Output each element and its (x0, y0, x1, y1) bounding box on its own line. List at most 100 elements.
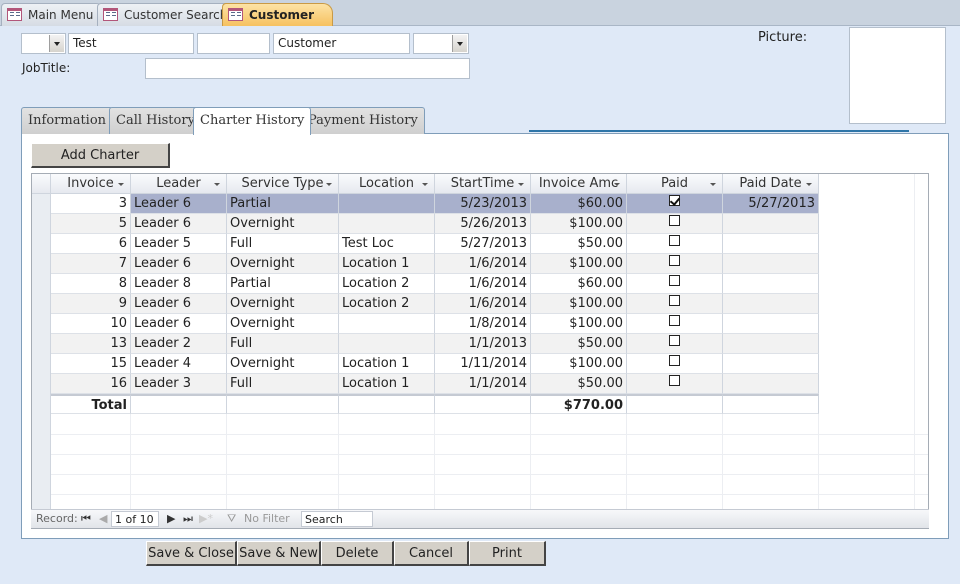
start-time-cell[interactable]: 1/8/2014 (435, 314, 531, 334)
paid-date-cell[interactable] (723, 214, 819, 234)
chevron-down-icon[interactable] (518, 183, 524, 186)
column-header-paid[interactable]: Paid (627, 174, 723, 194)
invoice-cell[interactable]: 15 (51, 354, 131, 374)
paid-checkbox[interactable] (669, 295, 680, 306)
invoice-amount-cell[interactable]: $50.00 (531, 234, 627, 254)
invoice-cell[interactable]: 10 (51, 314, 131, 334)
location-cell[interactable]: Location 2 (339, 274, 435, 294)
paid-date-cell[interactable] (723, 374, 819, 394)
paid-checkbox[interactable] (669, 195, 680, 206)
current-record-field[interactable]: 1 of 10 (111, 511, 159, 527)
service-type-cell[interactable]: Full (227, 234, 339, 254)
column-header-invoice[interactable]: Invoice (51, 174, 131, 194)
service-type-cell[interactable]: Overnight (227, 314, 339, 334)
paid-date-cell[interactable] (723, 254, 819, 274)
select-all-corner[interactable] (32, 174, 51, 194)
doc-tab-customer[interactable]: Customer (222, 3, 334, 26)
chevron-down-icon[interactable] (806, 183, 812, 186)
column-header-leader[interactable]: Leader (131, 174, 227, 194)
location-cell[interactable]: Location 1 (339, 254, 435, 274)
service-type-cell[interactable]: Overnight (227, 294, 339, 314)
leader-cell[interactable]: Leader 6 (131, 194, 227, 214)
invoice-amount-cell[interactable]: $100.00 (531, 314, 627, 334)
chevron-down-icon[interactable] (214, 183, 220, 186)
paid-checkbox[interactable] (669, 335, 680, 346)
picture-box[interactable] (849, 27, 946, 124)
invoice-cell[interactable]: 5 (51, 214, 131, 234)
paid-cell[interactable] (627, 354, 723, 374)
location-cell[interactable] (339, 194, 435, 214)
service-type-cell[interactable]: Full (227, 334, 339, 354)
location-cell[interactable] (339, 214, 435, 234)
location-cell[interactable] (339, 334, 435, 354)
chevron-down-icon[interactable] (452, 35, 467, 52)
paid-checkbox[interactable] (669, 255, 680, 266)
invoice-cell[interactable]: 8 (51, 274, 131, 294)
tab-information[interactable]: Information (21, 107, 114, 134)
leader-cell[interactable]: Leader 6 (131, 214, 227, 234)
start-time-cell[interactable]: 1/6/2014 (435, 254, 531, 274)
save-close-button[interactable]: Save & Close (146, 541, 237, 566)
invoice-amount-cell[interactable]: $60.00 (531, 194, 627, 214)
invoice-amount-cell[interactable]: $100.00 (531, 354, 627, 374)
previous-record-icon[interactable]: ◀ (99, 512, 107, 525)
start-time-cell[interactable]: 5/23/2013 (435, 194, 531, 214)
search-input[interactable]: Search (301, 511, 373, 527)
tab-call-history[interactable]: Call History (109, 107, 202, 134)
start-time-cell[interactable]: 1/6/2014 (435, 294, 531, 314)
paid-date-cell[interactable] (723, 334, 819, 354)
paid-checkbox[interactable] (669, 215, 680, 226)
invoice-amount-cell[interactable]: $50.00 (531, 334, 627, 354)
print-button[interactable]: Print (469, 541, 546, 566)
chevron-down-icon[interactable] (422, 183, 428, 186)
start-time-cell[interactable]: 1/1/2014 (435, 374, 531, 394)
paid-cell[interactable] (627, 194, 723, 214)
invoice-cell[interactable]: 16 (51, 374, 131, 394)
invoice-cell[interactable]: 3 (51, 194, 131, 214)
start-time-cell[interactable]: 1/6/2014 (435, 274, 531, 294)
paid-checkbox[interactable] (669, 375, 680, 386)
leader-cell[interactable]: Leader 6 (131, 294, 227, 314)
service-type-cell[interactable]: Overnight (227, 214, 339, 234)
paid-cell[interactable] (627, 274, 723, 294)
paid-date-cell[interactable] (723, 314, 819, 334)
invoice-amount-cell[interactable]: $100.00 (531, 214, 627, 234)
chevron-down-icon[interactable] (326, 183, 332, 186)
cancel-button[interactable]: Cancel (394, 541, 469, 566)
paid-cell[interactable] (627, 334, 723, 354)
service-type-cell[interactable]: Overnight (227, 254, 339, 274)
middle-name-field[interactable] (197, 33, 270, 54)
start-time-cell[interactable]: 1/11/2014 (435, 354, 531, 374)
start-time-cell[interactable]: 1/1/2013 (435, 334, 531, 354)
column-header-paid-date[interactable]: Paid Date (723, 174, 819, 194)
prefix-combo[interactable] (21, 33, 66, 54)
invoice-amount-cell[interactable]: $100.00 (531, 294, 627, 314)
invoice-cell[interactable]: 7 (51, 254, 131, 274)
leader-cell[interactable]: Leader 5 (131, 234, 227, 254)
paid-cell[interactable] (627, 254, 723, 274)
start-time-cell[interactable]: 5/26/2013 (435, 214, 531, 234)
paid-cell[interactable] (627, 214, 723, 234)
paid-checkbox[interactable] (669, 315, 680, 326)
invoice-amount-cell[interactable]: $60.00 (531, 274, 627, 294)
job-title-field[interactable] (145, 58, 470, 79)
invoice-amount-cell[interactable]: $50.00 (531, 374, 627, 394)
chevron-down-icon[interactable] (614, 183, 620, 186)
paid-checkbox[interactable] (669, 235, 680, 246)
paid-cell[interactable] (627, 234, 723, 254)
column-header-location[interactable]: Location (339, 174, 435, 194)
paid-date-cell[interactable] (723, 354, 819, 374)
new-record-icon[interactable]: ▶* (199, 512, 213, 525)
paid-checkbox[interactable] (669, 355, 680, 366)
leader-cell[interactable]: Leader 2 (131, 334, 227, 354)
invoice-cell[interactable]: 13 (51, 334, 131, 354)
no-filter-button[interactable]: No Filter (244, 512, 290, 525)
location-cell[interactable]: Location 2 (339, 294, 435, 314)
service-type-cell[interactable]: Partial (227, 274, 339, 294)
paid-date-cell[interactable] (723, 274, 819, 294)
paid-checkbox[interactable] (669, 275, 680, 286)
last-record-icon[interactable]: ⏭ (183, 512, 193, 526)
location-cell[interactable]: Test Loc (339, 234, 435, 254)
delete-button[interactable]: Delete (321, 541, 394, 566)
start-time-cell[interactable]: 5/27/2013 (435, 234, 531, 254)
